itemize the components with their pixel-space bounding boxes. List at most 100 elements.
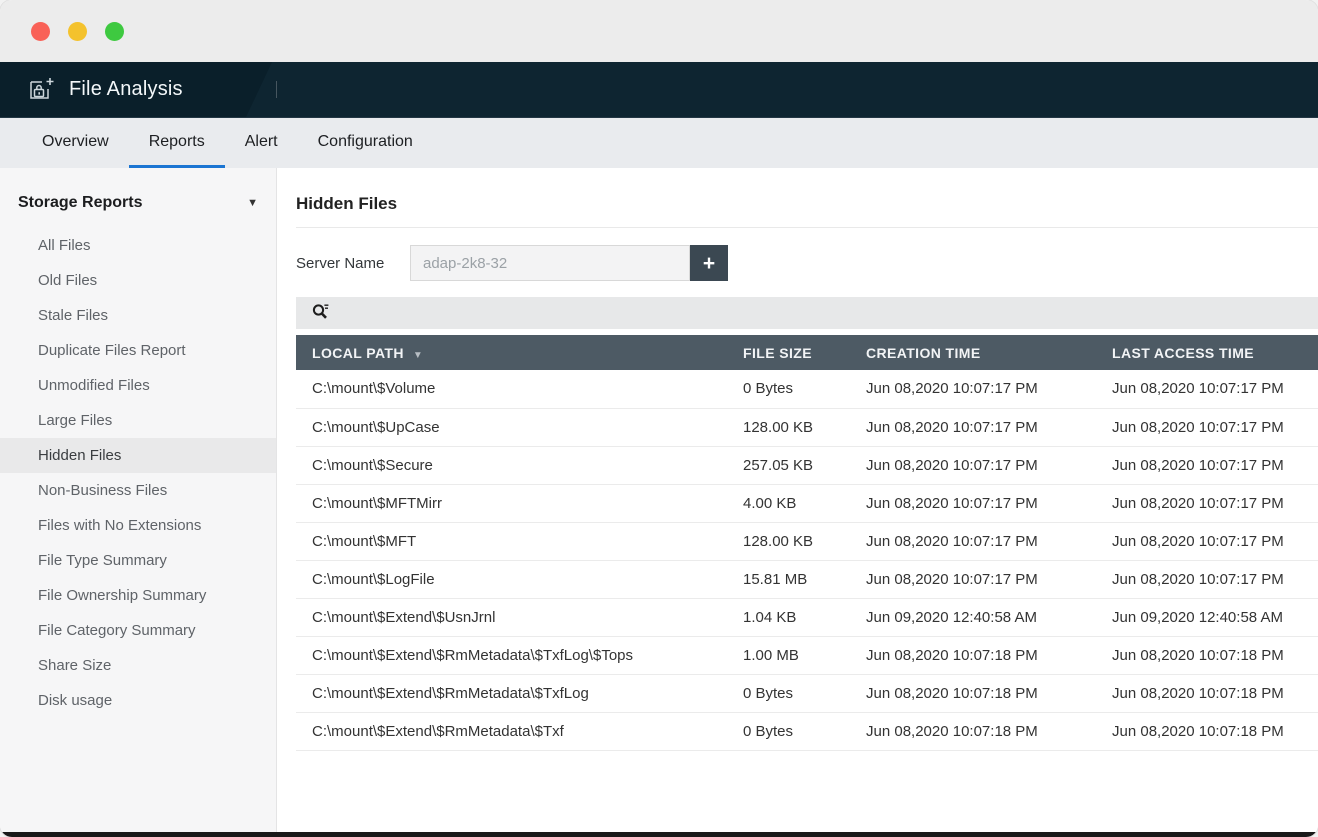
title-divider <box>296 227 1318 228</box>
tab-label: Reports <box>149 133 205 150</box>
cell-size: 15.81 MB <box>743 560 866 598</box>
table-row: C:\mount\$LogFile 15.81 MB Jun 08,2020 1… <box>296 560 1318 598</box>
cell-created: Jun 08,2020 10:07:17 PM <box>866 560 1112 598</box>
app-window: File Analysis Overview Reports Alert Config… <box>0 0 1318 837</box>
cell-created: Jun 08,2020 10:07:17 PM <box>866 522 1112 560</box>
main-area: Storage Reports ▼ All FilesOld FilesStal… <box>0 168 1318 837</box>
sidebar-item-file-ownership-summary[interactable]: File Ownership Summary <box>0 578 276 613</box>
cell-accessed: Jun 08,2020 10:07:18 PM <box>1112 636 1318 674</box>
sidebar-item-non-business-files[interactable]: Non-Business Files <box>0 473 276 508</box>
sidebar-header-label: Storage Reports <box>18 194 142 212</box>
cell-size: 128.00 KB <box>743 408 866 446</box>
cell-created: Jun 08,2020 10:07:18 PM <box>866 674 1112 712</box>
search-icon <box>311 302 330 324</box>
cell-path: C:\mount\$Extend\$RmMetadata\$TxfLog\$To… <box>296 636 743 674</box>
table-row: C:\mount\$MFTMirr 4.00 KB Jun 08,2020 10… <box>296 484 1318 522</box>
cell-path: C:\mount\$Extend\$UsnJrnl <box>296 598 743 636</box>
cell-path: C:\mount\$Extend\$RmMetadata\$Txf <box>296 712 743 750</box>
table-row: C:\mount\$Extend\$RmMetadata\$Txf 0 Byte… <box>296 712 1318 750</box>
tab-label: Configuration <box>318 133 413 150</box>
cell-path: C:\mount\$Extend\$RmMetadata\$TxfLog <box>296 674 743 712</box>
text-cursor-artifact <box>276 81 277 98</box>
cell-accessed: Jun 08,2020 10:07:17 PM <box>1112 370 1318 408</box>
cell-accessed: Jun 08,2020 10:07:18 PM <box>1112 674 1318 712</box>
column-header-last-access-time[interactable]: LAST ACCESS TIME <box>1112 335 1318 370</box>
app-title: File Analysis <box>69 78 183 101</box>
cell-size: 0 Bytes <box>743 674 866 712</box>
cell-path: C:\mount\$MFTMirr <box>296 484 743 522</box>
sidebar-item-unmodified-files[interactable]: Unmodified Files <box>0 368 276 403</box>
report-list: All FilesOld FilesStale FilesDuplicate F… <box>0 228 276 718</box>
tab-reports[interactable]: Reports <box>129 118 225 168</box>
table-row: C:\mount\$Extend\$RmMetadata\$TxfLog\$To… <box>296 636 1318 674</box>
sidebar-item-all-files[interactable]: All Files <box>0 228 276 263</box>
sidebar-item-old-files[interactable]: Old Files <box>0 263 276 298</box>
cell-size: 257.05 KB <box>743 446 866 484</box>
cell-accessed: Jun 08,2020 10:07:17 PM <box>1112 446 1318 484</box>
tab-label: Alert <box>245 133 278 150</box>
cell-path: C:\mount\$LogFile <box>296 560 743 598</box>
hidden-files-table: LOCAL PATH▼ FILE SIZE CREATION TIME LAST… <box>296 335 1318 751</box>
tab-overview[interactable]: Overview <box>22 118 129 168</box>
sidebar-item-file-type-summary[interactable]: File Type Summary <box>0 543 276 578</box>
tab-configuration[interactable]: Configuration <box>298 118 433 168</box>
main-nav-tabbar: Overview Reports Alert Configuration <box>0 118 1318 168</box>
storage-reports-dropdown[interactable]: Storage Reports ▼ <box>0 188 276 228</box>
app-header: File Analysis <box>0 62 1318 118</box>
minimize-window-button[interactable] <box>68 22 87 41</box>
column-header-file-size[interactable]: FILE SIZE <box>743 335 866 370</box>
sidebar-item-hidden-files[interactable]: Hidden Files <box>0 438 276 473</box>
cell-created: Jun 08,2020 10:07:18 PM <box>866 712 1112 750</box>
sidebar-item-large-files[interactable]: Large Files <box>0 403 276 438</box>
sort-desc-icon: ▼ <box>413 350 423 361</box>
cell-size: 1.04 KB <box>743 598 866 636</box>
server-name-input[interactable] <box>410 245 690 281</box>
column-header-creation-time[interactable]: CREATION TIME <box>866 335 1112 370</box>
cell-accessed: Jun 08,2020 10:07:17 PM <box>1112 560 1318 598</box>
sidebar-item-file-category-summary[interactable]: File Category Summary <box>0 613 276 648</box>
tab-label: Overview <box>42 133 109 150</box>
table-header-row: LOCAL PATH▼ FILE SIZE CREATION TIME LAST… <box>296 335 1318 370</box>
cell-size: 1.00 MB <box>743 636 866 674</box>
table-toolbar <box>296 297 1318 329</box>
close-window-button[interactable] <box>31 22 50 41</box>
column-search-button[interactable] <box>311 302 330 324</box>
server-name-label: Server Name <box>296 255 410 272</box>
table-row: C:\mount\$Extend\$UsnJrnl 1.04 KB Jun 09… <box>296 598 1318 636</box>
chevron-down-icon: ▼ <box>247 197 258 209</box>
cell-created: Jun 08,2020 10:07:17 PM <box>866 370 1112 408</box>
cell-created: Jun 08,2020 10:07:17 PM <box>866 408 1112 446</box>
sidebar-item-duplicate-files-report[interactable]: Duplicate Files Report <box>0 333 276 368</box>
cell-size: 0 Bytes <box>743 370 866 408</box>
zoom-window-button[interactable] <box>105 22 124 41</box>
page-title: Hidden Files <box>296 194 1318 214</box>
window-controls <box>31 22 124 41</box>
cell-created: Jun 08,2020 10:07:17 PM <box>866 446 1112 484</box>
table-row: C:\mount\$Volume 0 Bytes Jun 08,2020 10:… <box>296 370 1318 408</box>
file-analysis-icon <box>27 76 56 103</box>
sidebar-item-files-with-no-extensions[interactable]: Files with No Extensions <box>0 508 276 543</box>
cell-accessed: Jun 08,2020 10:07:18 PM <box>1112 712 1318 750</box>
column-header-local-path[interactable]: LOCAL PATH▼ <box>296 335 743 370</box>
add-server-button[interactable]: + <box>690 245 728 281</box>
cell-path: C:\mount\$Secure <box>296 446 743 484</box>
tab-alert[interactable]: Alert <box>225 118 298 168</box>
table-row: C:\mount\$Secure 257.05 KB Jun 08,2020 1… <box>296 446 1318 484</box>
cell-size: 0 Bytes <box>743 712 866 750</box>
table-row: C:\mount\$Extend\$RmMetadata\$TxfLog 0 B… <box>296 674 1318 712</box>
cell-size: 128.00 KB <box>743 522 866 560</box>
window-titlebar <box>0 0 1318 62</box>
server-filter-row: Server Name + <box>296 245 1318 281</box>
report-content: Hidden Files Server Name + <box>277 168 1318 832</box>
reports-sidebar: Storage Reports ▼ All FilesOld FilesStal… <box>0 168 277 832</box>
cell-size: 4.00 KB <box>743 484 866 522</box>
sidebar-item-disk-usage[interactable]: Disk usage <box>0 683 276 718</box>
cell-accessed: Jun 09,2020 12:40:58 AM <box>1112 598 1318 636</box>
cell-accessed: Jun 08,2020 10:07:17 PM <box>1112 522 1318 560</box>
cell-path: C:\mount\$UpCase <box>296 408 743 446</box>
sidebar-item-share-size[interactable]: Share Size <box>0 648 276 683</box>
cell-accessed: Jun 08,2020 10:07:17 PM <box>1112 408 1318 446</box>
cell-accessed: Jun 08,2020 10:07:17 PM <box>1112 484 1318 522</box>
sidebar-item-stale-files[interactable]: Stale Files <box>0 298 276 333</box>
cell-created: Jun 08,2020 10:07:17 PM <box>866 484 1112 522</box>
